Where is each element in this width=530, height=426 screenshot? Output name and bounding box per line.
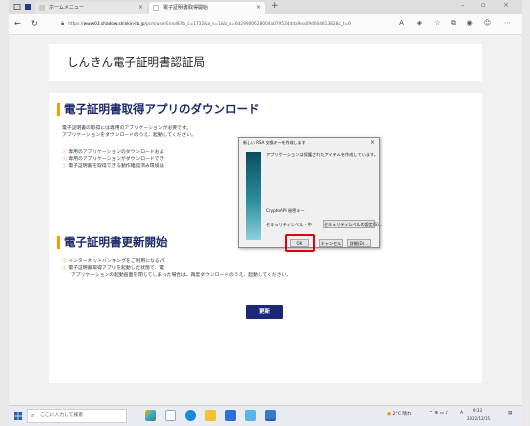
dialog-message: アプリケーションは保護されたアイテムを作成しています。 [266,152,379,157]
download-note-3: ⓘ 電子証明書を取得できる動作確認済み環境は [62,162,164,169]
file-explorer-icon[interactable] [205,410,216,421]
collections-toolbar-icon[interactable]: ⧉ [449,19,458,28]
tab-home-menu[interactable]: ホームメニュー × [35,2,147,14]
back-icon[interactable]: ← [14,19,21,29]
taskbar-search-box[interactable]: ⌕ ここに入力して検索 [27,409,127,423]
weather-text: 2°C 晴れ [392,412,412,417]
document-icon [153,5,159,11]
url-path: /pcm/userEnrollEfb_c=1732&a_s=1&b_s=6d29… [144,22,351,27]
refresh-icon[interactable]: ↻ [31,19,38,29]
dialog-title: 新しい RSA 交換キーを作成します [243,140,306,145]
renewal-note-1: ⓘ インターネットバンキングをご利用になるパ [62,257,164,264]
windows-start-icon[interactable] [14,412,22,420]
info-icon: ⓘ [62,266,67,271]
download-intro-line-1: 電子証明書の取得には専用のアプリケーションが必要です。 [62,126,191,131]
mail-icon[interactable] [225,410,236,421]
collections-icon[interactable] [24,3,32,11]
favorites-icon[interactable]: ☆ [433,19,442,28]
maximize-icon[interactable]: ▫ [481,1,486,9]
site-title: しんきん電子証明書認証局 [67,55,205,69]
sun-icon: ● [387,412,392,417]
tab-strip: ホームメニュー × 電子証明書取得開始 × + – ▫ × [9,0,522,14]
page-favicon-icon [39,5,45,11]
dialog-security-level: セキュリティレベル - 中 [266,222,312,227]
edge-browser-icon[interactable] [185,410,196,421]
store-icon[interactable] [245,410,256,421]
taskbar: ⌕ ここに入力して検索 ● 2°C 晴れ ^ ⊕ ▭ ♪ A 9:33 2022… [9,405,522,426]
download-note-1: ⓘ 専用のアプリケーションのダウンロードおよ [62,148,164,155]
weather-status: ● 2°C 晴れ [387,411,412,417]
rsa-key-dialog: 新しい RSA 交換キーを作成します × アプリケーションは保護されたアイテムを… [238,137,383,248]
read-aloud-icon[interactable]: A [397,19,406,28]
notification-icon[interactable]: ▤ [508,411,512,416]
taskbar-search-placeholder: ここに入力して検索 [40,413,84,418]
url-prefix: https:// [68,22,84,27]
tab-label: ホームメニュー [49,5,84,11]
renewal-note-continuation: アプリケーションの起動画面を閉じてしまった場合は、再度ダウンロードのうえ、起動し… [71,273,292,278]
site-header-card: しんきん電子証明書認証局 [49,44,482,81]
close-tab-icon[interactable]: × [138,2,143,14]
clock-date[interactable]: 2022/12/15 [467,416,490,421]
set-security-level-button[interactable]: セキュリティレベルの設定(S)... [323,220,383,228]
download-intro-line-2: アプリケーションをダウンロードのうえ、起動してください。 [62,133,196,138]
lock-icon: 🔒︎ [61,20,65,27]
dialog-key-name: CryptoAPI 秘密キー [266,208,305,213]
dialog-side-image [246,152,261,240]
minimize-icon[interactable]: – [461,1,465,9]
more-menu-icon[interactable]: ⋯ [503,19,512,28]
dialog-close-icon[interactable]: × [370,139,375,146]
renewal-note-2: ⓘ 電子証明書取得アプリを起動した状態で、電 [62,264,164,271]
download-note-3-text: 電子証明書を取得できる動作確認済み環境は [68,164,165,169]
download-note-2: ⓘ 専用のアプリケーションがダウンロードでき [62,155,164,162]
window-menu-icon[interactable] [13,3,21,11]
new-tab-icon[interactable]: + [271,1,279,11]
url-host: www03.shadow.shinkin-ib.jp [83,22,145,27]
ok-highlight-box [285,234,315,252]
renewal-section-heading: 電子証明書更新開始 [57,236,168,249]
address-bar[interactable]: 🔒︎ https://www03.shadow.shinkin-ib.jp/pcm… [61,18,391,30]
navigation-bar: ← ↻ 🔒︎ https://www03.shadow.shinkin-ib.jp… [9,14,522,35]
close-tab-icon[interactable]: × [256,2,261,14]
browser-window: ホームメニュー × 電子証明書取得開始 × + – ▫ × ← ↻ 🔒︎ http… [9,0,522,426]
clock-time[interactable]: 9:33 [473,408,482,413]
profile-icon[interactable]: ☺ [483,19,492,28]
extensions-icon[interactable]: ◈ [415,19,424,28]
renew-button[interactable]: 更新 [246,305,283,319]
search-icon: ⌕ [31,412,35,419]
close-window-icon[interactable]: × [503,1,509,9]
system-tray-icons[interactable]: ^ ⊕ ▭ ♪ [429,411,448,416]
download-section-heading: 電子証明書取得アプリのダウンロード [57,103,260,116]
info-icon: ⓘ [62,164,67,169]
details-button[interactable]: 詳細(D)... [347,239,371,247]
copilot-icon[interactable]: ◉ [465,19,474,28]
weather-widget-icon[interactable] [145,410,156,421]
ime-indicator[interactable]: A [460,411,463,416]
task-view-icon[interactable] [165,410,176,421]
cancel-button[interactable]: キャンセル [319,239,343,247]
tab-certificate-start[interactable]: 電子証明書取得開始 × [149,2,265,14]
rsa-dialog-task-icon[interactable] [265,410,276,421]
tab-label: 電子証明書取得開始 [163,5,209,11]
